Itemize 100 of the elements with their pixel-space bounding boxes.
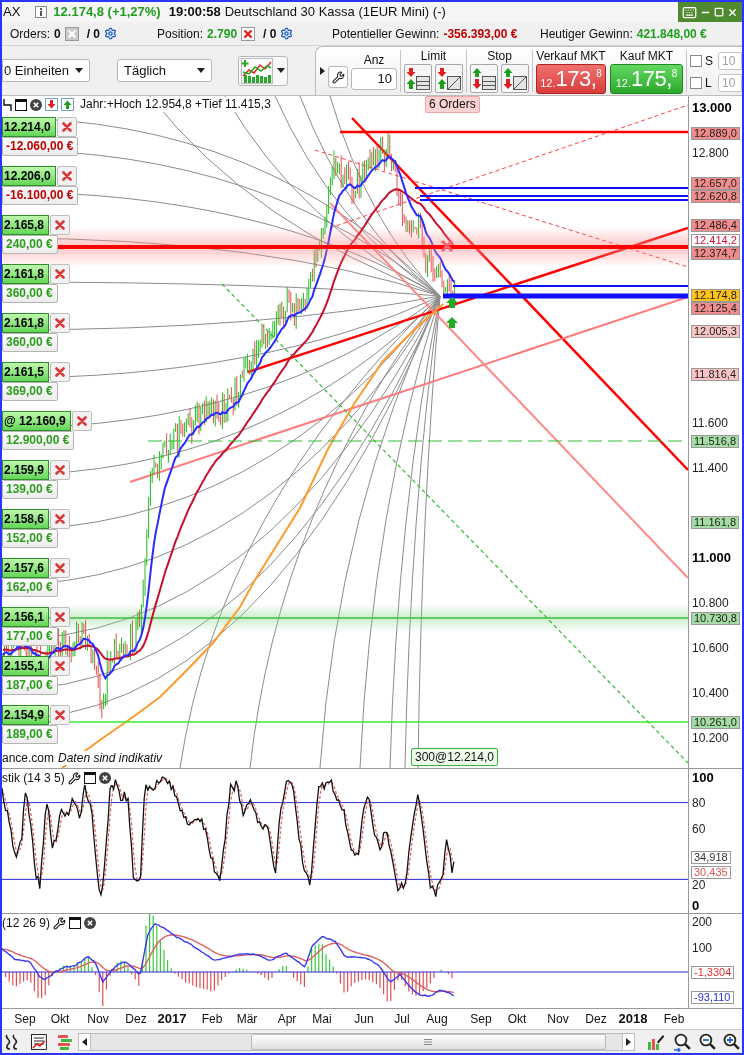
info-icon[interactable] [35, 6, 48, 18]
remove-button[interactable] [50, 607, 71, 627]
value-tag: 12.125,4 [691, 302, 740, 315]
draw-tool-icon[interactable] [646, 1032, 665, 1051]
order-price-tag[interactable]: 2.161,5 [2, 362, 50, 382]
close-icon[interactable] [84, 917, 97, 929]
order-price-tag[interactable]: @ 12.160,9 [2, 411, 71, 431]
axis-label: 60 [692, 822, 706, 836]
instrument-name: Deutschland 30 Kassa (1EUR Mini) (-) [224, 3, 446, 22]
units-dropdown[interactable]: 0 Einheiten [2, 59, 90, 82]
cross-icon [55, 465, 66, 475]
down-arrow-icon[interactable] [45, 98, 58, 111]
order-price-tag[interactable]: 2.165,8 [2, 215, 50, 235]
order-price-tag[interactable]: 2.157,6 [2, 558, 50, 578]
potential-profit-value: -356.393,00 € [443, 25, 518, 43]
cross-icon [55, 220, 66, 230]
checkbox-label: L [705, 76, 713, 90]
window-icon[interactable] [83, 772, 96, 784]
cross-icon [55, 710, 66, 720]
stop-square-button[interactable] [501, 64, 529, 93]
keyboard-icon[interactable] [681, 4, 697, 20]
window-icon[interactable] [15, 98, 27, 111]
scroll-left-button[interactable] [78, 1033, 91, 1050]
value-tag: 10.730,8 [691, 612, 740, 625]
remove-button[interactable] [50, 264, 71, 284]
limit-square-button[interactable] [435, 64, 463, 93]
wrench-button[interactable] [328, 66, 348, 88]
axis-label: 0 [692, 899, 700, 913]
chart-type-button[interactable] [238, 55, 288, 86]
orders-badge: 6 Orders [425, 96, 480, 113]
order-price-tag[interactable]: 2.155,1 [2, 656, 50, 676]
year-label: 2017 [157, 1011, 187, 1026]
close-icon[interactable] [727, 6, 739, 18]
scrollbar-track[interactable] [77, 1032, 635, 1051]
order-profit-tag: 360,00 € [2, 284, 58, 303]
month-label: Apr [277, 1012, 297, 1026]
split-icon[interactable] [3, 98, 12, 111]
remove-button[interactable] [50, 215, 71, 235]
order-price-tag[interactable]: 12.206,0 [2, 166, 56, 186]
remove-button[interactable] [50, 460, 71, 480]
order-price-tag[interactable]: 2.154,9 [2, 705, 50, 725]
remove-button[interactable] [56, 166, 77, 186]
stop-list-button[interactable] [470, 64, 498, 93]
value-tag: 12.374,7 [691, 247, 740, 260]
wrench-icon[interactable] [67, 771, 81, 785]
remove-button[interactable] [50, 509, 71, 529]
settings-icon[interactable] [104, 27, 118, 40]
remove-button[interactable] [50, 558, 71, 578]
limit-list-button[interactable] [404, 64, 432, 93]
position-marker-tag: 300@12.214,0 [411, 748, 498, 766]
value-tag: 12.889,0 [691, 127, 740, 140]
quantity-label: Anz [363, 52, 385, 67]
buy-label: Kauf MKT [619, 48, 674, 63]
zoom-in-icon[interactable] [722, 1031, 742, 1052]
value-tag: 12.174,8 [691, 289, 740, 302]
month-label: Okt [50, 1012, 70, 1026]
remove-button[interactable] [50, 313, 71, 333]
remove-button[interactable] [71, 411, 92, 431]
up-arrow-icon[interactable] [61, 98, 74, 111]
order-price-tag[interactable]: 2.161,8 [2, 313, 50, 333]
value-tag: 11.516,8 [691, 435, 739, 448]
scrollbar-thumb[interactable] [250, 1033, 606, 1050]
value-tag: 12.486,4 [691, 219, 740, 232]
daily-profit-value: 421.848,00 € [636, 25, 707, 43]
chart-list-icon[interactable] [29, 1032, 48, 1051]
scroll-right-button[interactable] [621, 1033, 634, 1050]
order-price-tag[interactable]: 2.161,8 [2, 264, 50, 284]
limit-label: Limit [420, 49, 447, 63]
close-icon[interactable] [98, 772, 111, 784]
wrench-icon[interactable] [53, 916, 67, 930]
arrows-square-icon [437, 67, 461, 90]
zoom-fit-icon[interactable] [672, 1031, 693, 1052]
month-label: Nov [87, 1012, 109, 1026]
settings-icon[interactable] [280, 27, 294, 40]
order-price-tag[interactable]: 12.214,0 [2, 117, 56, 137]
close-icon[interactable] [30, 98, 42, 111]
value-tag: 12.005,3 [691, 325, 740, 338]
remove-button[interactable] [50, 656, 71, 676]
remove-button[interactable] [50, 362, 71, 382]
cross-icon [55, 661, 66, 671]
cross-icon[interactable] [241, 26, 256, 41]
year-label: 2018 [618, 1011, 648, 1026]
daily-profit-label: Heutiger Gewinn: [540, 25, 633, 43]
interval-dropdown[interactable]: Täglich [117, 59, 212, 82]
axis-label: 11.600 [692, 416, 728, 430]
axis-label: 12.800 [692, 146, 729, 160]
grip-icon [424, 1038, 433, 1045]
triangle-icon[interactable] [320, 67, 325, 75]
order-price-tag[interactable]: 2.158,6 [2, 509, 50, 529]
cross-icon[interactable] [64, 26, 79, 41]
window-icon[interactable] [69, 917, 82, 929]
month-label: Dez [585, 1012, 607, 1026]
remove-button[interactable] [50, 705, 71, 725]
cross-icon [61, 171, 72, 181]
order-price-tag[interactable]: 2.156,1 [2, 607, 50, 627]
order-profit-tag: -16.100,00 € [2, 186, 79, 205]
maximize-icon[interactable] [714, 7, 725, 17]
remove-button[interactable] [56, 117, 77, 137]
quantity-field[interactable]: 10 [351, 67, 397, 90]
order-price-tag[interactable]: 2.159,9 [2, 460, 50, 480]
